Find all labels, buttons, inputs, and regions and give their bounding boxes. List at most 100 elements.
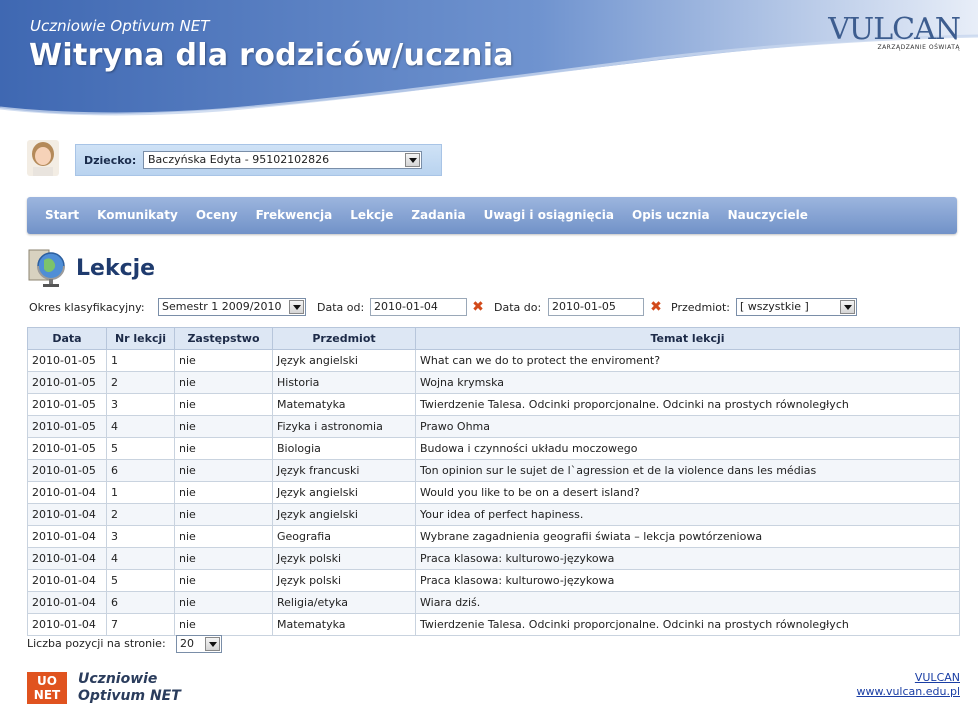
cell-substitution: nie [174, 459, 273, 482]
nav-item-zadania[interactable]: Zadania [411, 197, 465, 233]
nav-item-komunikaty[interactable]: Komunikaty [97, 197, 178, 233]
table-row[interactable]: 2010-01-04 1 nie Język angielski Would you l… [27, 481, 960, 504]
nav-item-frekwencja[interactable]: Frekwencja [256, 197, 333, 233]
chevron-down-icon[interactable] [405, 153, 420, 167]
cell-lesson-no: 2 [106, 503, 175, 526]
nav-item-lekcje[interactable]: Lekcje [350, 197, 393, 233]
cell-lesson-no: 1 [106, 481, 175, 504]
cell-topic: Praca klasowa: kulturowo-językowa [415, 569, 960, 592]
product-line1: Uczniowie [78, 671, 158, 687]
page-size-select[interactable]: 20 [176, 635, 222, 653]
logo-brand: VULCAN [828, 12, 961, 47]
cell-lesson-no: 4 [106, 547, 175, 570]
cell-subject: Język angielski [272, 503, 416, 526]
col-header-substitution[interactable]: Zastępstwo [174, 327, 273, 350]
cell-subject: Matematyka [272, 613, 416, 636]
cell-subject: Geografia [272, 525, 416, 548]
cell-date: 2010-01-05 [27, 371, 107, 394]
cell-lesson-no: 6 [106, 459, 175, 482]
period-select[interactable]: Semestr 1 2009/2010 [158, 298, 306, 316]
table-row[interactable]: 2010-01-05 5 nie Biologia Budowa i czynności… [27, 437, 960, 460]
nav-item-start[interactable]: Start [45, 197, 79, 233]
table-row[interactable]: 2010-01-04 7 nie Matematyka Twierdzenie Tale… [27, 613, 960, 636]
nav-item-uwagi[interactable]: Uwagi i osiągnięcia [484, 197, 614, 233]
nav-item-opis-ucznia[interactable]: Opis ucznia [632, 197, 710, 233]
cell-date: 2010-01-05 [27, 349, 107, 372]
cell-date: 2010-01-05 [27, 437, 107, 460]
clear-date-to-icon[interactable]: ✖ [649, 300, 663, 314]
date-from-input[interactable]: 2010-01-04 [370, 298, 467, 316]
page-size-control: Liczba pozycji na stronie: 20 [27, 635, 222, 653]
cell-date: 2010-01-04 [27, 481, 107, 504]
subject-select[interactable]: [ wszystkie ] [736, 298, 857, 316]
nav-item-oceny[interactable]: Oceny [196, 197, 238, 233]
cell-topic: Budowa i czynności układu moczowego [415, 437, 960, 460]
cell-substitution: nie [174, 525, 273, 548]
product-line2: Optivum NET [78, 688, 181, 704]
cell-lesson-no: 5 [106, 437, 175, 460]
cell-date: 2010-01-05 [27, 459, 107, 482]
table-row[interactable]: 2010-01-04 2 nie Język angielski Your idea o… [27, 503, 960, 526]
nav-item-nauczyciele[interactable]: Nauczyciele [728, 197, 808, 233]
cell-substitution: nie [174, 415, 273, 438]
child-select[interactable]: Baczyńska Edyta - 95102102826 [143, 151, 422, 169]
cell-date: 2010-01-05 [27, 415, 107, 438]
col-header-lesson-no[interactable]: Nr lekcji [106, 327, 175, 350]
cell-substitution: nie [174, 437, 273, 460]
cell-subject: Fizyka i astronomia [272, 415, 416, 438]
period-select-value: Semestr 1 2009/2010 [162, 300, 282, 313]
date-to-value: 2010-01-05 [552, 300, 616, 313]
cell-substitution: nie [174, 591, 273, 614]
child-select-value: Baczyńska Edyta - 95102102826 [148, 153, 330, 166]
cell-substitution: nie [174, 349, 273, 372]
cell-lesson-no: 7 [106, 613, 175, 636]
cell-subject: Język polski [272, 569, 416, 592]
table-row[interactable]: 2010-01-05 4 nie Fizyka i astronomia Prawo O… [27, 415, 960, 438]
cell-lesson-no: 5 [106, 569, 175, 592]
cell-subject: Historia [272, 371, 416, 394]
table-row[interactable]: 2010-01-05 6 nie Język francuski Ton opinion… [27, 459, 960, 482]
cell-substitution: nie [174, 569, 273, 592]
table-row[interactable]: 2010-01-04 5 nie Język polski Praca klasowa:… [27, 569, 960, 592]
cell-topic: Would you like to be on a desert island? [415, 481, 960, 504]
cell-date: 2010-01-04 [27, 547, 107, 570]
table-row[interactable]: 2010-01-04 3 nie Geografia Wybrane zagadnien… [27, 525, 960, 548]
cell-substitution: nie [174, 547, 273, 570]
child-avatar [27, 140, 59, 176]
table-row[interactable]: 2010-01-05 3 nie Matematyka Twierdzenie Tale… [27, 393, 960, 416]
clear-date-from-icon[interactable]: ✖ [471, 300, 485, 314]
col-header-topic[interactable]: Temat lekcji [415, 327, 960, 350]
chevron-down-icon[interactable] [205, 637, 220, 651]
cell-date: 2010-01-04 [27, 503, 107, 526]
lessons-table: Data Nr lekcji Zastępstwo Przedmiot Tema… [27, 327, 960, 636]
page-title: Lekcje [76, 256, 156, 281]
chevron-down-icon[interactable] [289, 300, 304, 314]
logo-line1: UO [37, 674, 57, 688]
table-row[interactable]: 2010-01-04 4 nie Język polski Praca klasowa:… [27, 547, 960, 570]
cell-topic: What can we do to protect the enviroment… [415, 349, 960, 372]
table-row[interactable]: 2010-01-05 1 nie Język angielski What can we… [27, 349, 960, 372]
table-row[interactable]: 2010-01-04 6 nie Religia/etyka Wiara dziś. [27, 591, 960, 614]
child-label: Dziecko: [84, 154, 137, 167]
period-label: Okres klasyfikacyjny: [29, 301, 145, 314]
chevron-down-icon[interactable] [840, 300, 855, 314]
col-header-date[interactable]: Data [27, 327, 107, 350]
vulcan-website-link[interactable]: www.vulcan.edu.pl [856, 685, 960, 699]
table-row[interactable]: 2010-01-05 2 nie Historia Wojna krymska [27, 371, 960, 394]
cell-substitution: nie [174, 613, 273, 636]
main-nav: Start Komunikaty Oceny Frekwencja Lekcje… [27, 197, 957, 234]
child-selector-panel: Dziecko: Baczyńska Edyta - 95102102826 [75, 144, 442, 176]
cell-substitution: nie [174, 481, 273, 504]
col-header-subject[interactable]: Przedmiot [272, 327, 416, 350]
subject-select-value: [ wszystkie ] [740, 300, 809, 313]
cell-topic: Wybrane zagadnienia geografii świata – l… [415, 525, 960, 548]
date-to-input[interactable]: 2010-01-05 [548, 298, 644, 316]
date-from-value: 2010-01-04 [374, 300, 438, 313]
cell-lesson-no: 1 [106, 349, 175, 372]
cell-topic: Wiara dziś. [415, 591, 960, 614]
cell-subject: Język angielski [272, 349, 416, 372]
page-size-value: 20 [180, 637, 194, 650]
cell-lesson-no: 6 [106, 591, 175, 614]
footer-product-name: Uczniowie Optivum NET [78, 671, 181, 705]
vulcan-link[interactable]: VULCAN [856, 671, 960, 685]
